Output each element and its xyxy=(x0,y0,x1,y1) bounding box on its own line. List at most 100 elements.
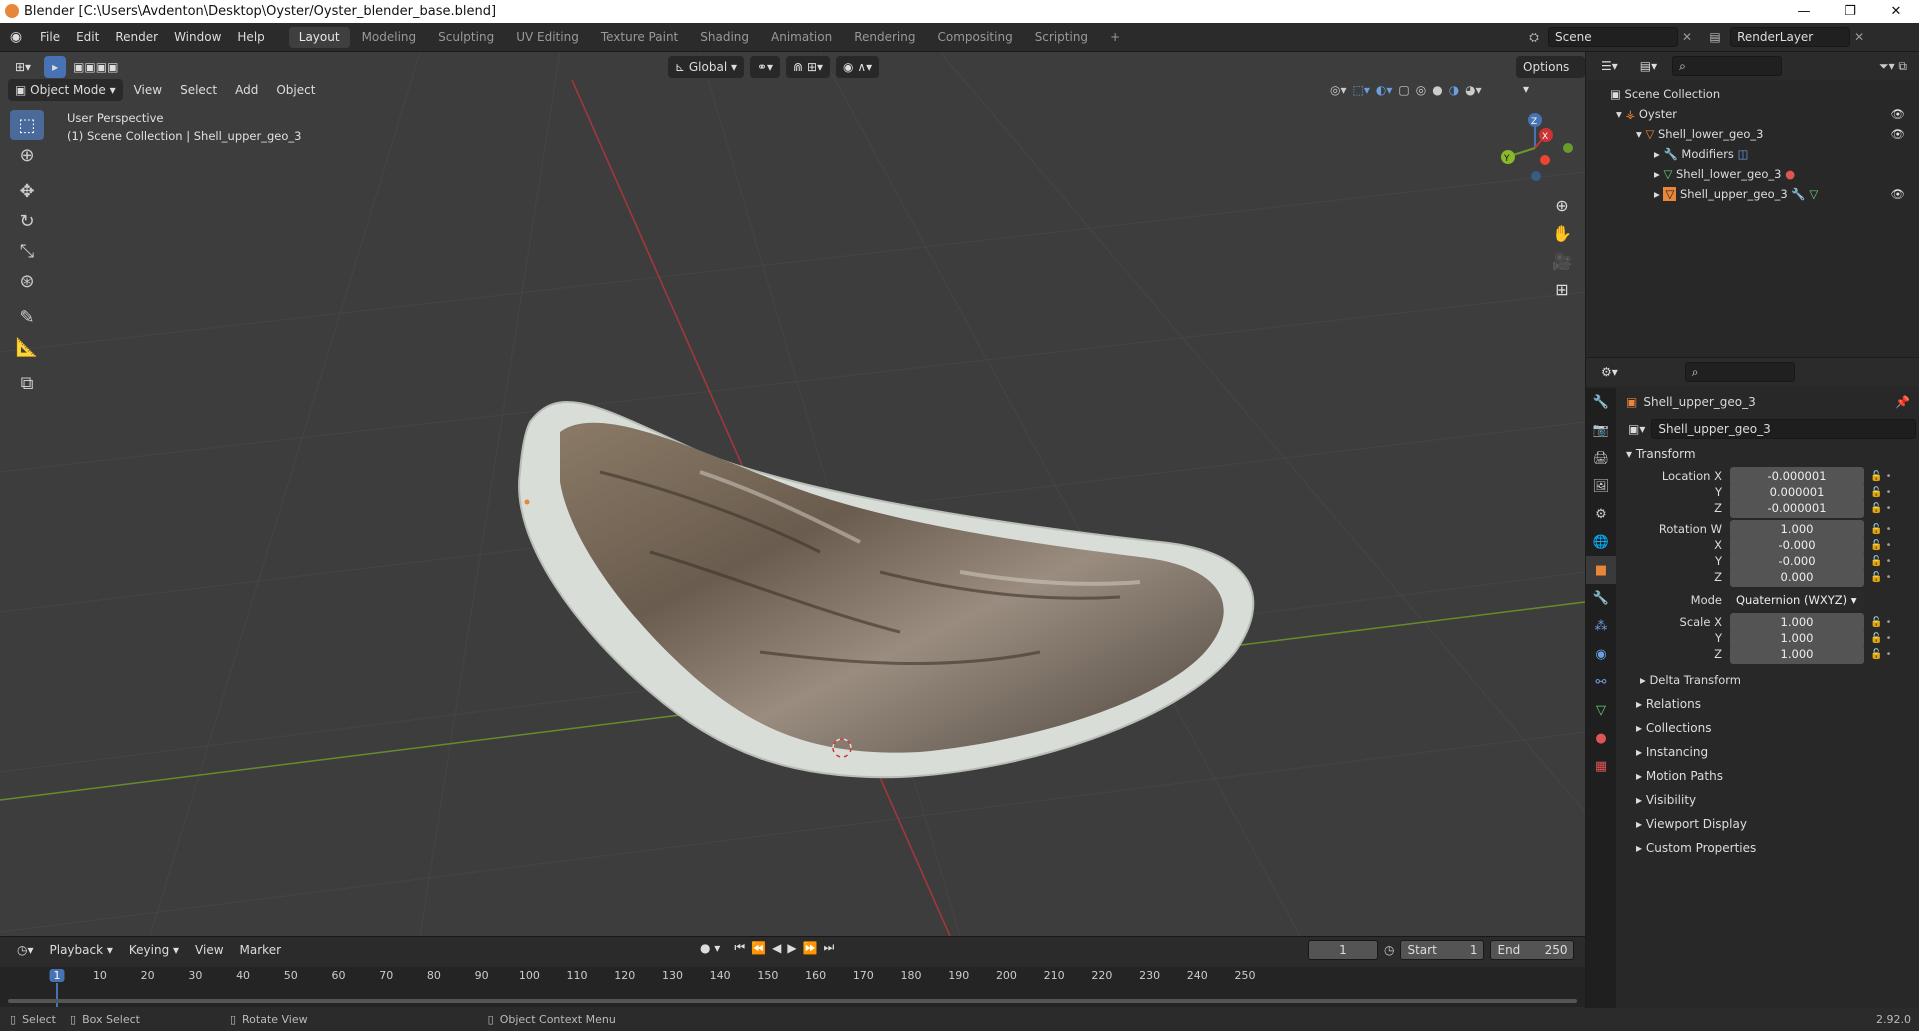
menu-add[interactable]: Add xyxy=(228,79,265,101)
camera-view-icon[interactable]: 🎥 xyxy=(1548,247,1576,275)
next-keyframe-icon[interactable]: ⏩ xyxy=(803,941,818,955)
visibility-eye-icon[interactable]: 👁 xyxy=(1890,124,1905,144)
zoom-icon[interactable]: ⊕ xyxy=(1548,191,1576,219)
lock-icon[interactable]: 🔓 • xyxy=(1870,572,1892,583)
3d-viewport[interactable]: ⊞▾ ▸ ▣▣▣▣ ⊾ Global ▾ ⚭▾ ⋒ ⊞▾ ◉ ∧▾ Option… xyxy=(0,52,1585,936)
display-mode-icon[interactable]: ▤▾ xyxy=(1633,55,1664,77)
measure-tool-icon[interactable]: 📐 xyxy=(10,332,44,362)
menu-window[interactable]: Window xyxy=(166,23,229,52)
shading-rendered-icon[interactable]: ◕▾ xyxy=(1465,83,1482,97)
menu-edit[interactable]: Edit xyxy=(68,23,107,52)
cursor-tool-icon[interactable]: ⊕ xyxy=(10,140,44,170)
lock-icon[interactable]: 🔓 • xyxy=(1870,617,1892,628)
select-mode-icon[interactable]: ▸ xyxy=(44,56,67,78)
properties-search-input[interactable]: ⌕ xyxy=(1684,362,1795,382)
menu-object[interactable]: Object xyxy=(269,79,322,101)
panel-instancing[interactable]: ▸ Instancing xyxy=(1620,740,1916,764)
xray-icon[interactable]: ▢ xyxy=(1398,83,1409,97)
pan-hand-icon[interactable]: ✋ xyxy=(1548,219,1576,247)
annotate-tool-icon[interactable]: ✎ xyxy=(10,302,44,332)
menu-timeline-view[interactable]: View xyxy=(188,939,230,961)
add-workspace-button[interactable]: + xyxy=(1100,27,1130,48)
minimize-button[interactable]: — xyxy=(1781,0,1827,23)
tool-tab-icon[interactable]: 🔧 xyxy=(1586,388,1616,416)
rotation-z-field[interactable]: 0.000 xyxy=(1730,567,1864,587)
visibility-icon[interactable]: ◎▾ xyxy=(1330,83,1347,97)
timeline-scrollbar[interactable] xyxy=(8,999,1577,1003)
proportional-edit-icon[interactable]: ◉ ∧▾ xyxy=(836,56,880,78)
scene-remove-icon[interactable]: ✕ xyxy=(1682,30,1692,44)
tab-modeling[interactable]: Modeling xyxy=(352,27,427,48)
particles-tab-icon[interactable]: ⁂ xyxy=(1586,612,1616,640)
pin-icon[interactable]: 📌 xyxy=(1895,395,1910,409)
modifier-tab-icon[interactable]: 🔧 xyxy=(1586,584,1616,612)
view-layer-remove-icon[interactable]: ✕ xyxy=(1854,30,1864,44)
tab-layout[interactable]: Layout xyxy=(288,26,350,48)
view-layer-tab-icon[interactable]: 🖼 xyxy=(1586,472,1616,500)
record-icon[interactable]: ● ▾ xyxy=(700,941,720,955)
physics-tab-icon[interactable]: ◉ xyxy=(1586,640,1616,668)
shading-solid-icon[interactable]: ● xyxy=(1432,83,1442,97)
constraints-tab-icon[interactable]: ⚯ xyxy=(1586,668,1616,696)
location-z-field[interactable]: -0.000001 xyxy=(1730,498,1864,518)
tab-texture-paint[interactable]: Texture Paint xyxy=(591,27,688,48)
menu-file[interactable]: File xyxy=(32,23,68,52)
outliner-search-input[interactable]: ⌕ xyxy=(1672,56,1783,76)
end-frame-field[interactable]: End 250 xyxy=(1490,940,1575,960)
panel-motion-paths[interactable]: ▸ Motion Paths xyxy=(1620,764,1916,788)
output-tab-icon[interactable]: 🖨 xyxy=(1586,444,1616,472)
tab-animation[interactable]: Animation xyxy=(761,27,842,48)
select-tool-icon[interactable]: ⬚ xyxy=(10,110,44,140)
lock-icon[interactable]: 🔓 • xyxy=(1870,471,1892,482)
lock-icon[interactable]: 🔓 • xyxy=(1870,524,1892,535)
snap-icon[interactable]: ⋒ ⊞▾ xyxy=(786,56,831,78)
move-tool-icon[interactable]: ✥ xyxy=(10,176,44,206)
current-frame-field[interactable]: 1 xyxy=(1308,940,1378,960)
delta-transform-header[interactable]: ▸ Delta Transform xyxy=(1620,668,1916,692)
play-reverse-icon[interactable]: ◀ xyxy=(772,941,781,955)
scene-icon[interactable]: ⛭ xyxy=(1524,30,1544,45)
tab-uv-editing[interactable]: UV Editing xyxy=(506,27,589,48)
texture-tab-icon[interactable]: ▦ xyxy=(1586,752,1616,780)
object-browse-icon[interactable]: ▣▾ xyxy=(1626,418,1647,440)
panel-custom-properties[interactable]: ▸ Custom Properties xyxy=(1620,836,1916,860)
transform-panel-header[interactable]: ▾ Transform xyxy=(1620,442,1916,466)
visibility-eye-icon[interactable]: 👁 xyxy=(1890,184,1905,204)
start-frame-field[interactable]: Start 1 xyxy=(1400,940,1485,960)
visibility-eye-icon[interactable]: 👁 xyxy=(1890,104,1905,124)
outliner-row-modifiers[interactable]: ▸ 🔧 Modifiers ◫ xyxy=(1586,144,1919,164)
pivot-point-icon[interactable]: ⚭▾ xyxy=(750,56,781,78)
menu-render[interactable]: Render xyxy=(107,23,166,52)
ortho-toggle-icon[interactable]: ⊞ xyxy=(1548,275,1576,303)
menu-marker[interactable]: Marker xyxy=(233,939,288,961)
gizmo-toggle-icon[interactable]: ⬚▾ xyxy=(1353,83,1370,97)
scale-tool-icon[interactable]: ⤡ xyxy=(10,236,44,266)
render-tab-icon[interactable]: 📷 xyxy=(1586,416,1616,444)
scene-tab-icon[interactable]: ⚙ xyxy=(1586,500,1616,528)
view-layer-icon[interactable]: ▤ xyxy=(1704,30,1726,44)
scene-field[interactable]: Scene xyxy=(1548,27,1678,47)
clock-icon[interactable]: ◷ xyxy=(1384,943,1394,957)
scale-z-field[interactable]: 1.000 xyxy=(1730,644,1864,664)
panel-collections[interactable]: ▸ Collections xyxy=(1620,716,1916,740)
timeline-ruler[interactable]: 1 10 20 30 40 50 60 70 80 90 100 110 120 130 140 150 160… xyxy=(0,967,1585,1007)
tab-scripting[interactable]: Scripting xyxy=(1025,27,1098,48)
lock-icon[interactable]: 🔓 • xyxy=(1870,540,1892,551)
panel-relations[interactable]: ▸ Relations xyxy=(1620,692,1916,716)
object-tab-icon[interactable]: ■ xyxy=(1586,556,1616,584)
select-box-icons[interactable]: ▣▣▣▣ xyxy=(66,56,125,78)
lock-icon[interactable]: 🔓 • xyxy=(1870,556,1892,567)
outliner-row-shell-lower-mesh[interactable]: ▸ ▽ Shell_lower_geo_3 ● xyxy=(1586,164,1919,184)
rotate-tool-icon[interactable]: ↻ xyxy=(10,206,44,236)
jump-start-icon[interactable]: ⏮ xyxy=(734,940,745,955)
outliner-row-scene-collection[interactable]: ▣ Scene Collection xyxy=(1586,84,1919,104)
shading-material-icon[interactable]: ◑ xyxy=(1449,83,1459,97)
outliner-row-shell-lower[interactable]: ▾ ▽ Shell_lower_geo_3 👁 xyxy=(1586,124,1919,144)
tab-compositing[interactable]: Compositing xyxy=(927,27,1022,48)
maximize-button[interactable]: ❐ xyxy=(1827,0,1873,23)
options-dropdown[interactable]: Options ▾ xyxy=(1516,56,1585,96)
playhead[interactable] xyxy=(56,983,58,1007)
menu-select[interactable]: Select xyxy=(173,79,224,101)
view-layer-field[interactable]: RenderLayer xyxy=(1730,27,1851,47)
menu-keying[interactable]: Keying ▾ xyxy=(122,939,186,961)
